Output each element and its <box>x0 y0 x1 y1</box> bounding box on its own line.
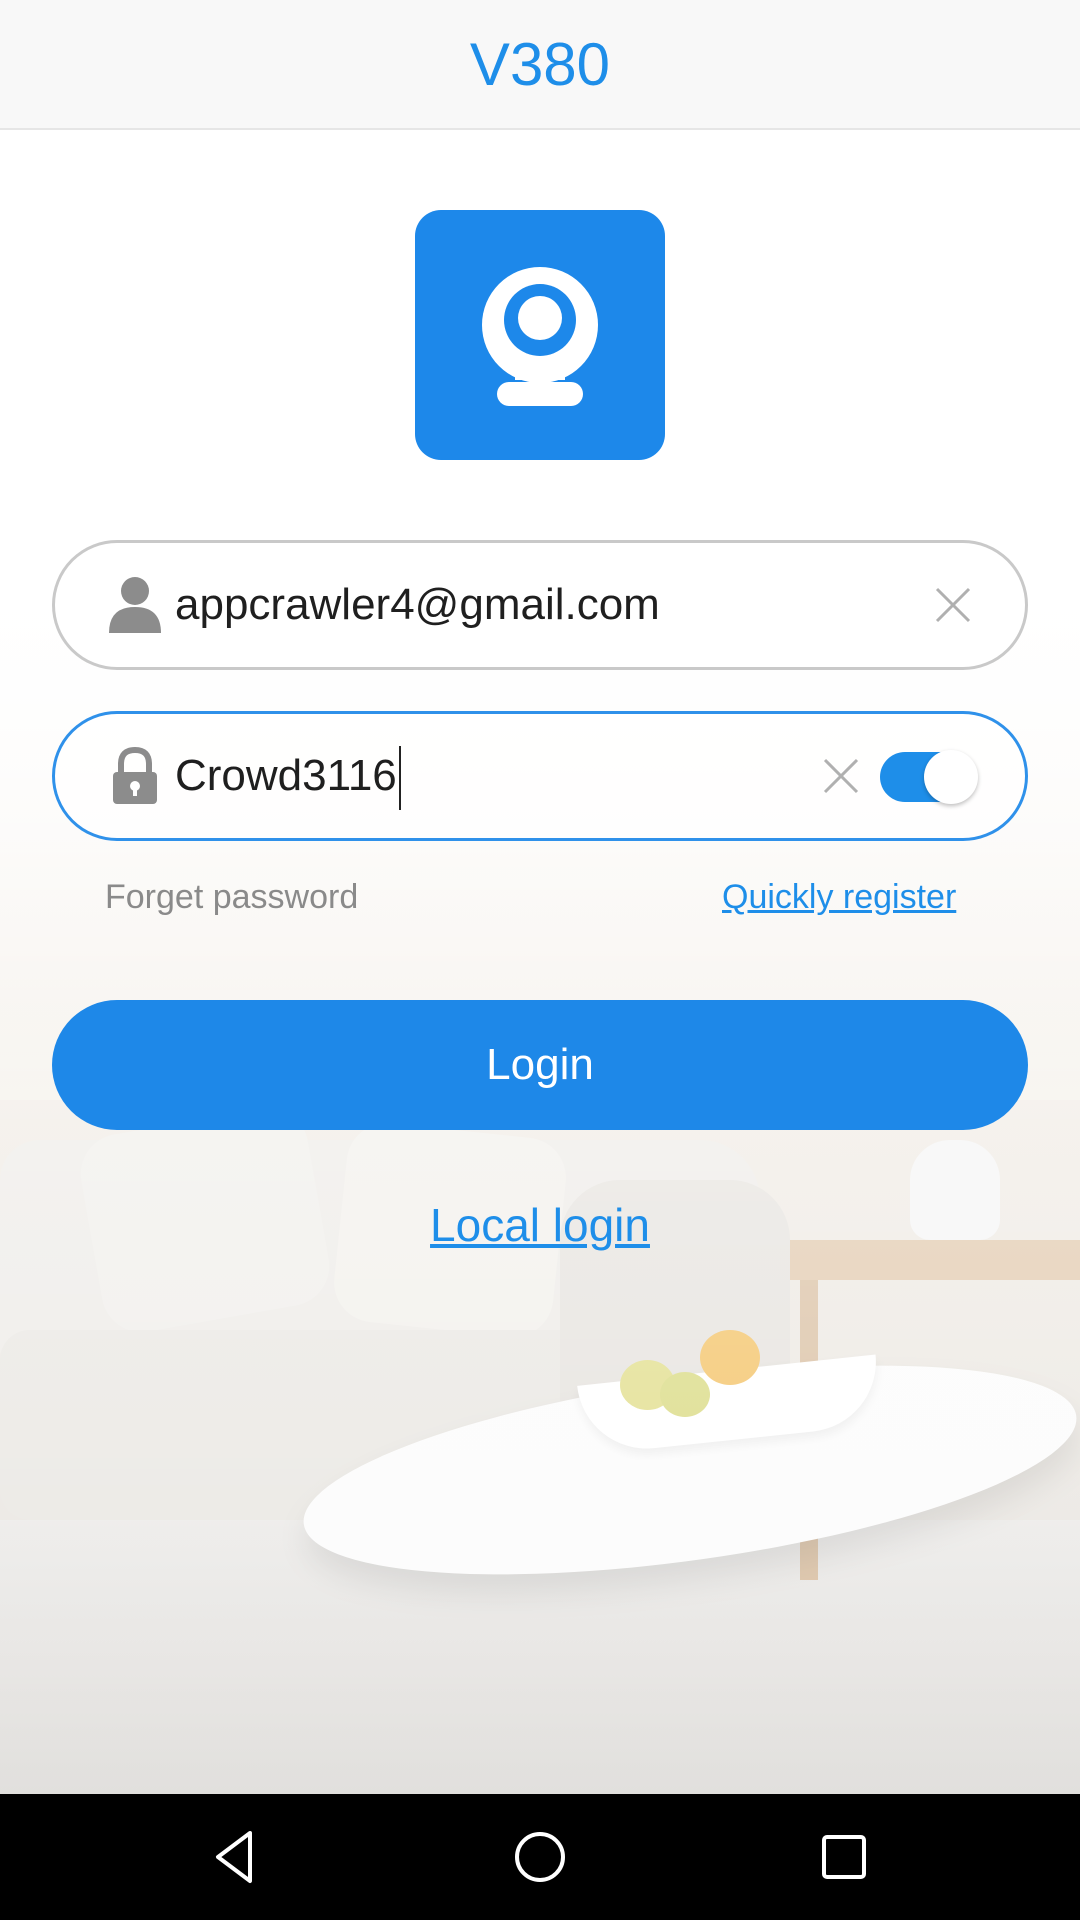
username-field[interactable]: appcrawler4@gmail.com <box>52 540 1028 670</box>
password-input[interactable]: Crowd3116 <box>175 714 401 838</box>
lock-icon <box>113 746 157 804</box>
user-icon <box>109 577 161 633</box>
home-circle-icon[interactable] <box>510 1827 570 1887</box>
username-input[interactable]: appcrawler4@gmail.com <box>175 543 660 667</box>
app-header: V380 <box>0 0 1080 130</box>
password-field[interactable]: Crowd3116 <box>52 711 1028 841</box>
show-password-toggle[interactable] <box>880 750 978 804</box>
login-button[interactable]: Login <box>52 1000 1028 1130</box>
clear-username-icon[interactable] <box>933 585 973 625</box>
quickly-register-link[interactable]: Quickly register <box>722 878 956 917</box>
recent-square-icon[interactable] <box>814 1827 874 1887</box>
app-title: V380 <box>469 31 611 98</box>
back-triangle-icon[interactable] <box>206 1827 266 1887</box>
local-login-link[interactable]: Local login <box>0 1198 1080 1252</box>
app-logo-camera-icon <box>415 210 665 460</box>
forget-password-link[interactable]: Forget password <box>105 878 358 917</box>
toggle-knob <box>924 750 978 804</box>
clear-password-icon[interactable] <box>821 756 861 796</box>
system-nav-bar <box>0 1794 1080 1920</box>
